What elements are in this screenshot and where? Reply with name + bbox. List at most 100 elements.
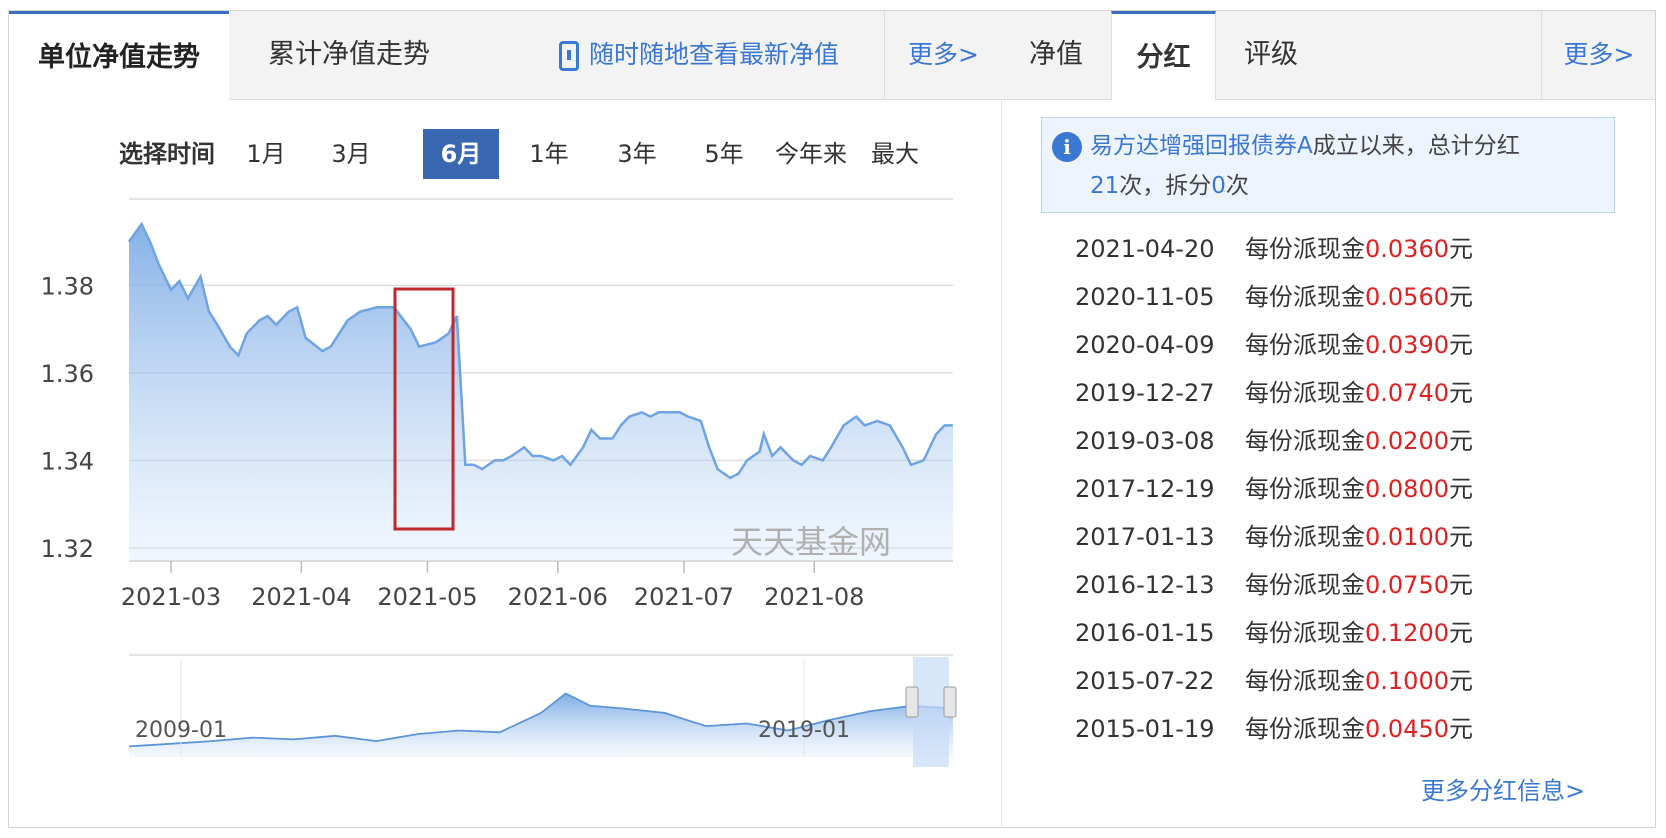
- range-option-max[interactable]: 最大: [867, 129, 923, 179]
- left-more-link[interactable]: 更多>: [884, 11, 1002, 99]
- dividend-suffix: 元: [1448, 427, 1473, 455]
- y-tick-label: 1.36: [41, 360, 94, 388]
- dividend-amount: 0.0390: [1365, 331, 1449, 359]
- info-icon: i: [1052, 132, 1082, 162]
- dividend-date: 2019-03-08: [1075, 427, 1215, 455]
- dividend-summary-notice: i 易方达增强回报债券A成立以来，总计分红 21次，拆分0次: [1041, 117, 1615, 213]
- notice-text-3: 次: [1225, 173, 1249, 199]
- dividend-prefix: 每份派现金: [1245, 619, 1365, 647]
- overview-handle-left[interactable]: [905, 686, 919, 718]
- dividend-row: 2019-12-27 每份派现金0.0740元: [1075, 369, 1473, 417]
- dividend-date: 2015-01-19: [1075, 715, 1215, 743]
- overview-tick-label: 2019-01: [758, 718, 850, 743]
- range-option-3y[interactable]: 3年: [607, 129, 667, 179]
- nav-trend-panel: 单位净值走势 累计净值走势 随时随地查看最新净值 更多> 选择时间 1月 3月 …: [9, 11, 1002, 827]
- dividend-suffix: 元: [1448, 571, 1473, 599]
- dividend-prefix: 每份派现金: [1245, 379, 1365, 407]
- dividend-suffix: 元: [1448, 379, 1473, 407]
- tab-rating[interactable]: 评级: [1216, 11, 1326, 99]
- dividend-amount: 0.0360: [1365, 235, 1449, 263]
- dividend-date: 2020-04-09: [1075, 331, 1215, 359]
- x-tick-label: 2021-05: [377, 583, 477, 611]
- range-option-1m[interactable]: 1月: [239, 129, 293, 179]
- overview-tick-label: 2009-01: [135, 718, 227, 743]
- dividend-suffix: 元: [1448, 235, 1473, 263]
- nav-area: [129, 224, 953, 561]
- phone-icon: [559, 41, 579, 71]
- dividend-date: 2016-01-15: [1075, 619, 1215, 647]
- dividend-row: 2021-04-20 每份派现金0.0360元: [1075, 225, 1473, 273]
- dividend-date: 2015-07-22: [1075, 667, 1215, 695]
- x-tick-label: 2021-08: [764, 583, 864, 611]
- dividend-amount: 0.0800: [1365, 475, 1449, 503]
- range-option-3m[interactable]: 3月: [324, 129, 378, 179]
- tab-dividend[interactable]: 分红: [1111, 11, 1216, 100]
- dividend-suffix: 元: [1448, 331, 1473, 359]
- dividend-suffix: 元: [1448, 619, 1473, 647]
- dividend-panel: 净值 分红 评级 更多> i 易方达增强回报债券A成立以来，总计分红 21次，拆…: [1001, 11, 1657, 827]
- dividend-suffix: 元: [1448, 667, 1473, 695]
- x-tick-label: 2021-04: [251, 583, 351, 611]
- range-option-ytd[interactable]: 今年来: [769, 129, 853, 179]
- overview-handle-right[interactable]: [943, 686, 957, 718]
- dividend-row: 2016-12-13 每份派现金0.0750元: [1075, 561, 1473, 609]
- dividend-row: 2020-04-09 每份派现金0.0390元: [1075, 321, 1473, 369]
- mobile-app-link[interactable]: 随时随地查看最新净值: [559, 11, 839, 99]
- time-range-label: 选择时间: [119, 140, 215, 168]
- split-count: 0: [1211, 173, 1226, 199]
- dividend-suffix: 元: [1448, 715, 1473, 743]
- nav-chart[interactable]: 1.381.361.341.32 2021-03 2021-04 2021-05 20…: [9, 181, 1001, 801]
- dividend-list: 2021-04-20 每份派现金0.0360元 2020-11-05 每份派现金0.0…: [1075, 225, 1473, 753]
- dividend-prefix: 每份派现金: [1245, 235, 1365, 263]
- tab-nav[interactable]: 净值: [1001, 11, 1111, 99]
- tab-unit-nav-trend[interactable]: 单位净值走势: [9, 11, 229, 100]
- dividend-row: 2016-01-15 每份派现金0.1200元: [1075, 609, 1473, 657]
- right-more-link[interactable]: 更多>: [1541, 11, 1656, 99]
- dividend-prefix: 每份派现金: [1245, 427, 1365, 455]
- dividend-prefix: 每份派现金: [1245, 475, 1365, 503]
- range-option-5y[interactable]: 5年: [694, 129, 754, 179]
- dividend-amount: 0.0750: [1365, 571, 1449, 599]
- range-option-6m[interactable]: 6月: [423, 129, 499, 179]
- dividend-prefix: 每份派现金: [1245, 667, 1365, 695]
- dividend-row: 2020-11-05 每份派现金0.0560元: [1075, 273, 1473, 321]
- dividend-prefix: 每份派现金: [1245, 283, 1365, 311]
- y-tick-label: 1.38: [41, 272, 94, 300]
- dividend-amount: 0.0200: [1365, 427, 1449, 455]
- dividend-row: 2017-12-19 每份派现金0.0800元: [1075, 465, 1473, 513]
- dividend-date: 2021-04-20: [1075, 235, 1215, 263]
- dividend-prefix: 每份派现金: [1245, 715, 1365, 743]
- dividend-amount: 0.0740: [1365, 379, 1449, 407]
- dividend-date: 2019-12-27: [1075, 379, 1215, 407]
- dividend-suffix: 元: [1448, 283, 1473, 311]
- dividend-prefix: 每份派现金: [1245, 523, 1365, 551]
- fund-widget: 单位净值走势 累计净值走势 随时随地查看最新净值 更多> 选择时间 1月 3月 …: [8, 10, 1656, 828]
- notice-text-1: 成立以来，总计分红: [1312, 133, 1520, 159]
- dividend-prefix: 每份派现金: [1245, 571, 1365, 599]
- dividend-amount: 0.0560: [1365, 283, 1449, 311]
- right-tab-bar: 净值 分红 评级 更多>: [1001, 11, 1655, 100]
- dividend-row: 2019-03-08 每份派现金0.0200元: [1075, 417, 1473, 465]
- dividend-date: 2017-01-13: [1075, 523, 1215, 551]
- dividend-date: 2017-12-19: [1075, 475, 1215, 503]
- dividend-row: 2017-01-13 每份派现金0.0100元: [1075, 513, 1473, 561]
- dividend-count: 21: [1090, 173, 1120, 199]
- dividend-suffix: 元: [1448, 523, 1473, 551]
- x-tick-label: 2021-06: [508, 583, 608, 611]
- x-tick-label: 2021-07: [634, 583, 734, 611]
- fund-name-link[interactable]: 易方达增强回报债券A: [1090, 133, 1313, 159]
- dividend-row: 2015-01-19 每份派现金0.0450元: [1075, 705, 1473, 753]
- y-axis-ticks: 1.38 1.36 1.34 1.32: [41, 272, 94, 563]
- dividend-amount: 0.1200: [1365, 619, 1449, 647]
- dividend-row: 2015-07-22 每份派现金0.1000元: [1075, 657, 1473, 705]
- dividend-prefix: 每份派现金: [1245, 331, 1365, 359]
- more-dividend-info-link[interactable]: 更多分红信息>: [1421, 771, 1585, 806]
- left-tab-bar: 单位净值走势 累计净值走势 随时随地查看最新净值 更多>: [9, 11, 1001, 100]
- tab-cumulative-nav-trend[interactable]: 累计净值走势: [229, 11, 469, 99]
- mobile-app-link-label: 随时随地查看最新净值: [589, 40, 840, 69]
- y-tick-label: 1.32: [41, 535, 94, 563]
- notice-text-2: 次，拆分: [1119, 173, 1212, 199]
- x-axis-ticks: 2021-03 2021-04 2021-05 2021-06 2021-07 2021-…: [121, 561, 864, 611]
- dividend-suffix: 元: [1448, 475, 1473, 503]
- range-option-1y[interactable]: 1年: [519, 129, 579, 179]
